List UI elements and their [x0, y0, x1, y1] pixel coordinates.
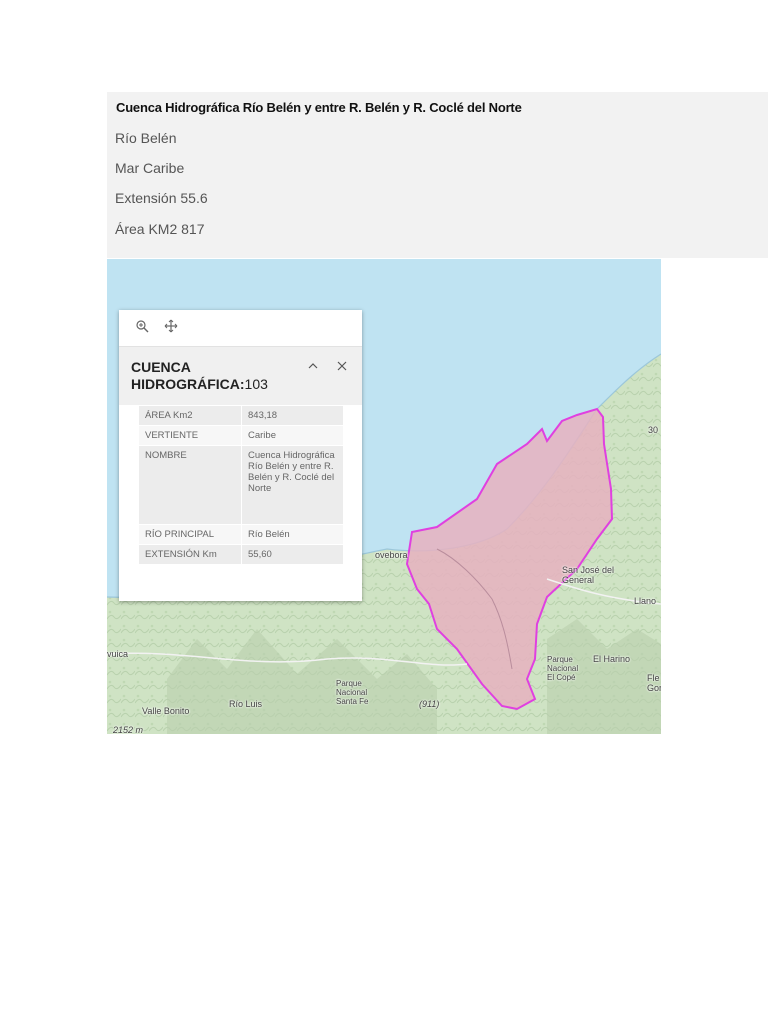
attr-key: NOMBRE [139, 445, 242, 525]
info-area: Área KM2 817 [115, 221, 205, 237]
popup-title-number: 103 [244, 376, 268, 392]
map-label-el-harino: El Harino [593, 654, 631, 664]
feature-popup: CUENCA HIDROGRÁFICA:103 ÁREA Km2 843,18 V… [119, 310, 362, 601]
attr-value: 55,60 [241, 544, 343, 565]
pan-icon[interactable] [162, 319, 180, 337]
info-extension: Extensión 55.6 [115, 190, 208, 206]
attr-key: RÍO PRINCIPAL [139, 524, 242, 545]
map-label-parque-cope: Parque Nacional El Copé [547, 655, 579, 682]
attr-value: Caribe [241, 425, 343, 446]
info-sea: Mar Caribe [115, 160, 185, 176]
info-panel: Cuenca Hidrográfica Río Belén y entre R.… [107, 92, 768, 258]
attr-value: Río Belén [241, 524, 343, 545]
attr-value: 843,18 [241, 406, 343, 426]
table-row: ÁREA Km2 843,18 [139, 406, 343, 426]
map-label-elevation: 2152 m [113, 725, 144, 734]
map-label-30: 30 [648, 425, 659, 435]
map-label-novebora: ovebora [375, 550, 408, 560]
map-label-san-jose: San José del General [562, 565, 615, 585]
table-row: NOMBRE Cuenca Hidrográfica Río Belén y en… [139, 445, 343, 525]
popup-title: CUENCA HIDROGRÁFICA:103 [131, 359, 301, 393]
chevron-up-icon[interactable] [305, 359, 321, 375]
popup-title-main: CUENCA HIDROGRÁFICA: [131, 359, 245, 392]
map-label-fle: Fle [647, 673, 660, 683]
attribute-table: ÁREA Km2 843,18 VERTIENTE Caribe NOMBRE Cue… [139, 406, 343, 565]
popup-header: CUENCA HIDROGRÁFICA:103 [119, 347, 362, 405]
map-label-gor: Gor [647, 683, 661, 693]
map-label-rio-luis: Río Luis [229, 699, 263, 709]
attr-key: ÁREA Km2 [139, 406, 242, 426]
map-label-parque-santa-fe: Parque Nacional Santa Fe [336, 679, 369, 706]
map-label-valle-bonito: Valle Bonito [142, 706, 190, 716]
map-label-vuica: vuica [107, 649, 129, 659]
close-icon[interactable] [334, 359, 350, 375]
attr-key: VERTIENTE [139, 425, 242, 446]
table-row: VERTIENTE Caribe [139, 425, 343, 446]
attr-value: Cuenca Hidrográfica Río Belén y entre R.… [241, 445, 343, 525]
zoom-in-icon[interactable] [133, 319, 151, 337]
map-label-road: (911) [419, 699, 440, 709]
table-row: RÍO PRINCIPAL Río Belén [139, 524, 343, 545]
map-label-llano: Llano [634, 596, 657, 606]
info-title: Cuenca Hidrográfica Río Belén y entre R.… [116, 100, 522, 115]
info-river: Río Belén [115, 130, 177, 146]
table-row: EXTENSIÓN Km 55,60 [139, 544, 343, 565]
popup-toolbar [119, 310, 362, 347]
attr-key: EXTENSIÓN Km [139, 544, 242, 565]
